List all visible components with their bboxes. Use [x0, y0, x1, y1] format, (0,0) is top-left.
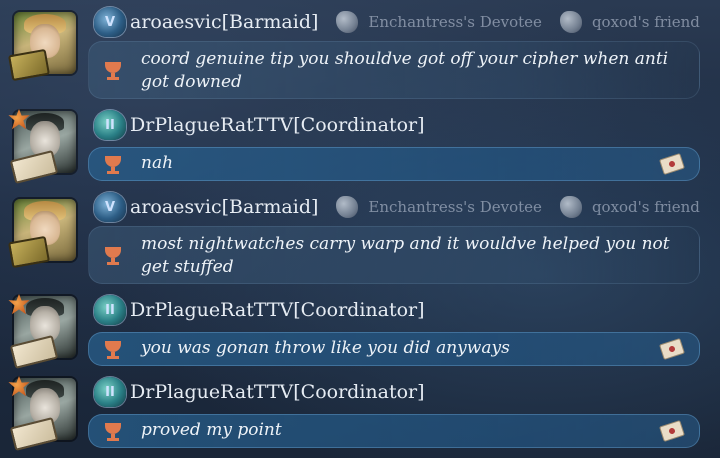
stone-tag-icon [559, 196, 582, 218]
chat-message: II DrPlagueRatTTV[Coordinator] you was g… [0, 290, 720, 370]
message-bubble: you was gonan throw like you did anyways [88, 332, 700, 366]
stone-tag-icon [336, 11, 359, 33]
username[interactable]: DrPlagueRatTTV[Coordinator] [130, 299, 425, 321]
chat-message: V aroaesvic[Barmaid] Enchantress's Devot… [0, 185, 720, 285]
title-tag: Enchantress's Devotee [336, 196, 542, 218]
envelope-icon[interactable] [659, 419, 685, 443]
message-text: proved my point [141, 420, 282, 440]
chat-message: II DrPlagueRatTTV[Coordinator] proved my… [0, 372, 720, 458]
message-header: V aroaesvic[Barmaid] Enchantress's Devot… [94, 191, 700, 223]
username[interactable]: DrPlagueRatTTV[Coordinator] [130, 381, 425, 403]
trophy-icon [103, 421, 123, 441]
avatar[interactable] [8, 107, 84, 184]
trophy-icon [103, 154, 123, 174]
stone-tag-icon [559, 11, 582, 33]
username[interactable]: aroaesvic[Barmaid] [130, 196, 318, 218]
message-text: most nightwatches carry warp and it woul… [141, 234, 670, 277]
rank-badge-icon: II [94, 110, 126, 140]
envelope-icon[interactable] [659, 152, 685, 176]
avatar[interactable] [8, 292, 84, 369]
envelope-icon[interactable] [659, 337, 685, 361]
message-header: II DrPlagueRatTTV[Coordinator] [94, 109, 425, 141]
avatar[interactable] [8, 8, 84, 82]
chat-message: V aroaesvic[Barmaid] Enchantress's Devot… [0, 0, 720, 100]
trophy-icon [103, 339, 123, 359]
stone-tag-icon [336, 196, 359, 218]
avatar[interactable] [8, 374, 84, 451]
message-text: coord genuine tip you shouldve got off y… [141, 49, 669, 92]
rank-badge-icon: V [94, 192, 126, 222]
chat-message: II DrPlagueRatTTV[Coordinator] nah [0, 105, 720, 185]
message-bubble: most nightwatches carry warp and it woul… [88, 226, 700, 284]
rank-badge-icon: II [94, 377, 126, 407]
username[interactable]: DrPlagueRatTTV[Coordinator] [130, 114, 425, 136]
rank-badge-icon: V [94, 7, 126, 37]
avatar[interactable] [8, 195, 84, 269]
title-tag: qoxod's friend [559, 196, 700, 218]
username[interactable]: aroaesvic[Barmaid] [130, 11, 318, 33]
title-tag: Enchantress's Devotee [336, 11, 542, 33]
message-header: II DrPlagueRatTTV[Coordinator] [94, 376, 425, 408]
trophy-icon [103, 60, 123, 80]
message-text: nah [141, 153, 174, 173]
trophy-icon [103, 245, 123, 265]
message-bubble: proved my point [88, 414, 700, 448]
title-tag: qoxod's friend [559, 11, 700, 33]
message-bubble: coord genuine tip you shouldve got off y… [88, 41, 700, 99]
message-header: II DrPlagueRatTTV[Coordinator] [94, 294, 425, 326]
rank-badge-icon: II [94, 295, 126, 325]
message-header: V aroaesvic[Barmaid] Enchantress's Devot… [94, 6, 700, 38]
message-text: you was gonan throw like you did anyways [141, 338, 510, 358]
message-bubble: nah [88, 147, 700, 181]
